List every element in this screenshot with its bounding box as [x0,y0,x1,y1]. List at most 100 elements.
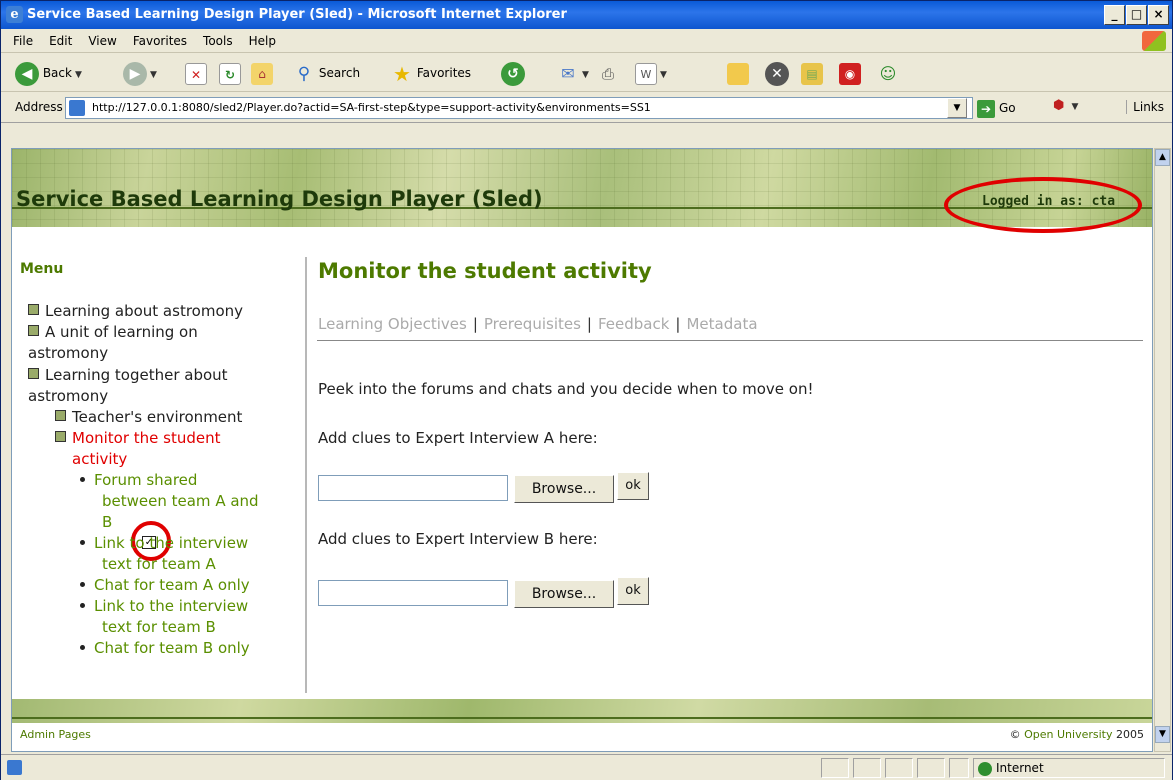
toolbar: ◀ Back ▼ ▶ ▼ ✕ ↻ ⌂ ⚲ Search ★ Favorites ↺ … [1,54,1172,92]
radio-icon: ◉ [839,62,861,85]
windows-logo-icon [1142,31,1166,51]
messenger-button[interactable]: ☺ [877,60,899,86]
tab-prerequisites[interactable]: Prerequisites [484,315,581,333]
menu-item-learning-about-astromony[interactable]: Learning about astromony [28,301,243,321]
messenger-icon: ☺ [879,63,897,83]
scrollbar-track[interactable] [1155,166,1170,726]
menu-item-unit-of-learning-cont[interactable]: astromony [28,343,108,363]
square-bullet-icon [55,410,66,421]
address-dropdown[interactable]: ▼ [947,98,967,118]
menu-favorites[interactable]: Favorites [125,29,195,53]
file-input-b[interactable] [318,580,508,606]
mail-button[interactable]: ✉ ▼ [557,60,589,86]
block-button[interactable]: ✕ [765,60,789,86]
link-forum-shared-cont2[interactable]: B [102,512,112,532]
link-forum-shared[interactable]: Forum shared [80,470,197,490]
page-title: Monitor the student activity [318,259,652,283]
tab-metadata[interactable]: Metadata [686,315,757,333]
star-icon: ★ [393,61,411,86]
link-forum-shared-cont[interactable]: between team A and [102,491,259,511]
menu-item-monitor-student-activity-cont[interactable]: activity [72,449,127,469]
address-input[interactable]: http://127.0.0.1:8080/sled2/Player.do?ac… [65,97,973,119]
ok-button-b[interactable]: ok [617,577,649,605]
maximize-button[interactable]: □ [1126,5,1147,25]
chevron-down-icon: ▼ [582,70,589,80]
file-input-a[interactable] [318,475,508,501]
open-university-link[interactable]: Open University [1024,728,1112,741]
browse-button-b[interactable]: Browse... [514,580,614,608]
history-button[interactable]: ↺ [501,60,525,86]
chevron-down-icon: ▼ [1071,102,1079,112]
back-button[interactable]: ◀ Back ▼ [15,60,82,86]
menu-tools[interactable]: Tools [195,29,241,53]
admin-pages-link[interactable]: Admin Pages [20,728,91,741]
extension-icon: ⬢ [1053,98,1065,113]
header-banner: Service Based Learning Design Player (Sl… [12,149,1152,233]
library-button[interactable]: ▤ [801,60,823,86]
chevron-down-icon: ▼ [660,70,667,80]
menu-heading: Menu [20,261,64,277]
menu-bar: File Edit View Favorites Tools Help [1,29,1172,53]
bullet-icon [80,540,85,545]
menu-item-teachers-environment[interactable]: Teacher's environment [55,407,242,427]
chevron-down-icon: ▼ [150,70,157,80]
link-chat-team-a[interactable]: Chat for team A only [80,575,250,595]
toolbar-extension-button[interactable]: ⬢ ▼ [1053,98,1078,113]
vertical-scrollbar[interactable]: ▲ ▼ [1154,148,1171,752]
forward-button[interactable]: ▶ ▼ [123,60,157,86]
link-interview-team-a-cont[interactable]: text for team A [102,554,216,574]
folder-icon [727,62,749,85]
divider [305,257,307,693]
edit-button[interactable]: W ▼ [635,60,667,86]
page-viewport: Service Based Learning Design Player (Sl… [11,148,1153,752]
print-button[interactable]: ⎙ [597,60,619,86]
menu-view[interactable]: View [80,29,124,53]
favorites-button[interactable]: ★ Favorites [391,60,471,86]
tab-learning-objectives[interactable]: Learning Objectives [318,315,467,333]
menu-file[interactable]: File [1,29,41,53]
go-arrow-icon: ➔ [977,99,995,118]
globe-icon [978,761,992,776]
browse-button-a[interactable]: Browse... [514,475,614,503]
scroll-down-button[interactable]: ▼ [1155,726,1170,743]
link-chat-team-b[interactable]: Chat for team B only [80,638,250,658]
search-button[interactable]: ⚲ Search [293,60,360,86]
menu-edit[interactable]: Edit [41,29,80,53]
stop-button[interactable]: ✕ [185,60,207,86]
radio-button[interactable]: ◉ [839,60,861,86]
scroll-up-button[interactable]: ▲ [1155,149,1170,166]
links-button[interactable]: Links [1126,100,1164,114]
go-button[interactable]: ➔ Go [977,98,1016,118]
address-url: http://127.0.0.1:8080/sled2/Player.do?ac… [92,101,651,114]
link-interview-team-b[interactable]: Link to the interview [80,596,248,616]
menu-help[interactable]: Help [241,29,284,53]
block-icon: ✕ [765,61,789,86]
refresh-button[interactable]: ↻ [219,60,241,86]
folder-button[interactable] [727,60,749,86]
security-zone: Internet [973,758,1165,778]
main-content: Monitor the student activity Learning Ob… [317,227,1147,697]
edit-icon: W [635,62,657,85]
menu-item-learning-together-cont[interactable]: astromony [28,386,108,406]
square-bullet-icon [28,368,39,379]
title-bar: e Service Based Learning Design Player (… [1,1,1172,29]
menu-item-monitor-student-activity[interactable]: Monitor the student [55,428,221,448]
stop-icon: ✕ [185,62,207,85]
page-icon [69,100,85,116]
menu-item-unit-of-learning[interactable]: A unit of learning on [28,322,198,342]
tab-feedback[interactable]: Feedback [598,315,669,333]
search-icon: ⚲ [297,63,311,84]
ok-button-a[interactable]: ok [617,472,649,500]
close-button[interactable]: × [1148,5,1169,25]
book-icon: ▤ [801,62,823,85]
clue-b-label: Add clues to Expert Interview B here: [318,530,598,548]
refresh-icon: ↻ [219,62,241,85]
home-button[interactable]: ⌂ [251,60,273,86]
page-status-icon [7,760,22,775]
address-label: Address [15,100,63,114]
square-bullet-icon [28,325,39,336]
link-interview-team-b-cont[interactable]: text for team B [102,617,216,637]
link-interview-team-a[interactable]: Link to the interview [80,533,248,553]
menu-item-learning-together[interactable]: Learning together about [28,365,228,385]
minimize-button[interactable]: _ [1104,5,1125,25]
